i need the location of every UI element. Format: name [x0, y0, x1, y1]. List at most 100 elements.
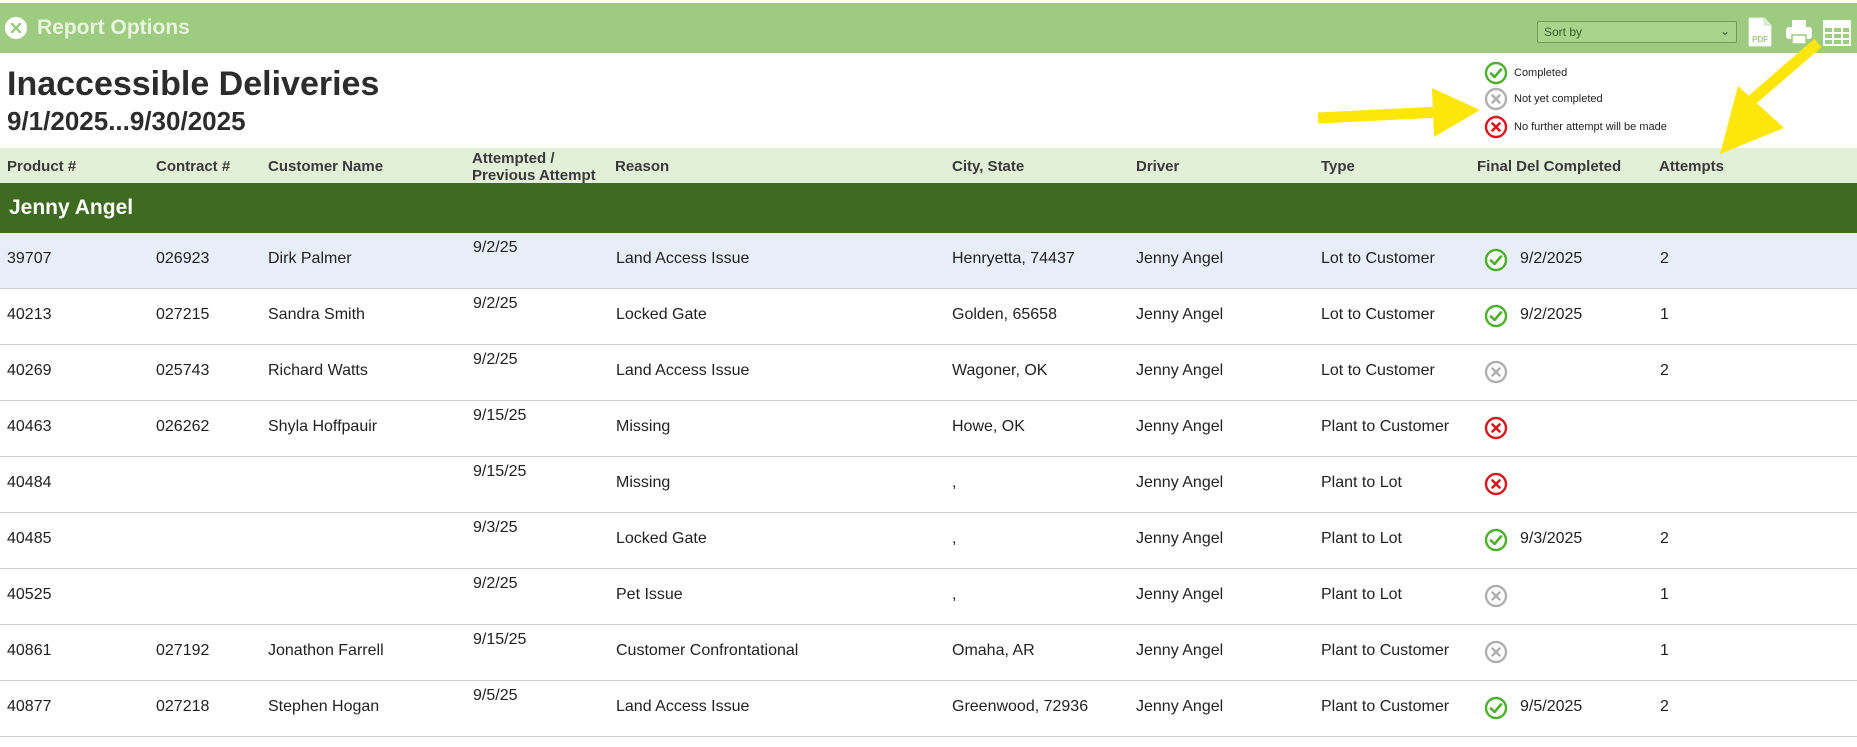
cell-attempts: 1 [1660, 306, 1669, 323]
cell-final-del-completed: 9/3/2025 [1520, 530, 1583, 547]
table-row[interactable]: 40463 026262 Shyla Hoffpauir 9/15/25 Missing… [0, 401, 1857, 457]
cell-driver: Jenny Angel [1136, 530, 1224, 547]
cell-product: 40213 [7, 306, 52, 323]
legend-no-further: No further attempt will be made [1484, 115, 1667, 139]
cell-product: 40861 [7, 642, 52, 659]
cell-customer-name: Sandra Smith [268, 306, 365, 323]
cell-city-state: Wagoner, OK [952, 362, 1048, 379]
cell-city-state: , [952, 474, 957, 491]
col-reason[interactable]: Reason [615, 158, 669, 175]
col-final-del-completed[interactable]: Final Del Completed [1477, 158, 1621, 175]
cell-driver: Jenny Angel [1136, 586, 1224, 603]
col-customer[interactable]: Customer Name [268, 158, 383, 175]
cell-attempted: 9/15/25 [473, 463, 527, 480]
cell-customer-name: Stephen Hogan [268, 698, 380, 715]
col-attempts[interactable]: Attempts [1659, 158, 1724, 175]
table-row[interactable]: 40877 027218 Stephen Hogan 9/5/25 Land Acces… [0, 681, 1857, 737]
cell-attempts: 2 [1660, 530, 1669, 547]
cell-attempted: 9/2/25 [473, 295, 518, 312]
no-further-x-icon [1484, 416, 1508, 440]
cell-type: Plant to Customer [1321, 642, 1450, 659]
col-type[interactable]: Type [1321, 158, 1355, 175]
report-date-range: 9/1/2025...9/30/2025 [7, 106, 246, 136]
not-yet-x-icon [1484, 640, 1508, 664]
table-row[interactable]: 40485 9/3/25 Locked Gate, Jenny Angel Plant … [0, 513, 1857, 569]
col-city-state[interactable]: City, State [952, 158, 1024, 175]
cell-attempted: 9/15/25 [473, 407, 527, 424]
cell-attempted: 9/2/25 [473, 575, 518, 592]
legend-not-yet-label: Not yet completed [1514, 93, 1603, 105]
table-row[interactable]: 40484 9/15/25 Missing, Jenny Angel Plant to … [0, 457, 1857, 513]
completed-check-icon [1484, 528, 1508, 552]
close-icon[interactable] [5, 17, 27, 39]
cell-product: 40269 [7, 362, 52, 379]
cell-city-state: Omaha, AR [952, 642, 1035, 659]
pdf-icon[interactable]: PDF [1748, 17, 1772, 47]
pdf-icon-label: PDF [1752, 35, 1768, 44]
completed-check-icon [1484, 696, 1508, 720]
cell-product: 40485 [7, 530, 52, 547]
not-yet-x-icon [1484, 87, 1508, 111]
cell-reason: Land Access Issue [616, 362, 750, 379]
cell-type: Plant to Customer [1321, 698, 1450, 715]
cell-driver: Jenny Angel [1136, 698, 1224, 715]
report-options-title[interactable]: Report Options [37, 16, 190, 40]
cell-reason: Locked Gate [616, 530, 707, 547]
cell-product: 40484 [7, 474, 52, 491]
cell-contract: 027192 [156, 642, 210, 659]
table-row[interactable]: 40525 9/2/25 Pet Issue, Jenny Angel Plant to… [0, 569, 1857, 625]
cell-driver: Jenny Angel [1136, 418, 1224, 435]
table-row[interactable]: 39707 026923 Dirk Palmer 9/2/25 Land Access … [0, 233, 1857, 289]
col-attempted[interactable]: Attempted / Previous Attempt [472, 150, 596, 184]
cell-final-del-completed: 9/2/2025 [1520, 250, 1583, 267]
table-row[interactable]: 40861 027192 Jonathon Farrell 9/15/25 Custom… [0, 625, 1857, 681]
table-view-icon[interactable] [1822, 19, 1852, 47]
legend-no-further-label: No further attempt will be made [1514, 121, 1667, 133]
print-icon[interactable] [1785, 18, 1813, 46]
not-yet-x-icon [1484, 360, 1508, 384]
cell-reason: Pet Issue [616, 586, 683, 603]
col-driver[interactable]: Driver [1136, 158, 1179, 175]
cell-attempts: 1 [1660, 642, 1669, 659]
legend-not-yet: Not yet completed [1484, 87, 1603, 111]
col-attempted-line1: Attempted / [472, 150, 555, 167]
arrow-to-attempts [1720, 38, 1822, 154]
cell-contract: 026262 [156, 418, 210, 435]
table-row[interactable]: 40213 027215 Sandra Smith 9/2/25 Locked Gate… [0, 289, 1857, 345]
cell-driver: Jenny Angel [1136, 474, 1224, 491]
cell-attempts: 2 [1660, 698, 1669, 715]
table-header: Product # Contract # Customer Name Attem… [0, 148, 1857, 184]
arrow-to-legend [1317, 88, 1480, 137]
cell-attempted: 9/3/25 [473, 519, 518, 536]
report-options-bar: Report Options Sort by ⌄ PDF [0, 3, 1857, 53]
cell-attempted: 9/2/25 [473, 351, 518, 368]
cell-driver: Jenny Angel [1136, 250, 1224, 267]
no-further-x-icon [1484, 472, 1508, 496]
legend-completed: Completed [1484, 61, 1567, 85]
cell-customer-name: Jonathon Farrell [268, 642, 384, 659]
cell-contract: 025743 [156, 362, 210, 379]
cell-type: Plant to Lot [1321, 474, 1402, 491]
col-contract[interactable]: Contract # [156, 158, 230, 175]
cell-contract: 027215 [156, 306, 210, 323]
cell-contract: 027218 [156, 698, 210, 715]
cell-driver: Jenny Angel [1136, 642, 1224, 659]
cell-reason: Land Access Issue [616, 698, 750, 715]
chevron-down-icon: ⌄ [1719, 24, 1730, 38]
cell-contract: 026923 [156, 250, 210, 267]
cell-reason: Missing [616, 474, 671, 491]
cell-customer-name: Shyla Hoffpauir [268, 418, 378, 435]
cell-attempts: 2 [1660, 362, 1669, 379]
cell-driver: Jenny Angel [1136, 306, 1224, 323]
sort-by-select[interactable]: Sort by ⌄ [1537, 21, 1737, 43]
cell-city-state: Golden, 65658 [952, 306, 1057, 323]
cell-product: 40525 [7, 586, 52, 603]
table-row[interactable]: 40269 025743 Richard Watts 9/2/25 Land Acces… [0, 345, 1857, 401]
col-product[interactable]: Product # [7, 158, 76, 175]
not-yet-x-icon [1484, 584, 1508, 608]
completed-check-icon [1484, 248, 1508, 272]
cell-type: Plant to Lot [1321, 530, 1402, 547]
cell-type: Lot to Customer [1321, 250, 1435, 267]
deliveries-table-body: 39707 026923 Dirk Palmer 9/2/25 Land Access … [0, 233, 1857, 737]
driver-group-header: Jenny Angel [0, 183, 1857, 233]
